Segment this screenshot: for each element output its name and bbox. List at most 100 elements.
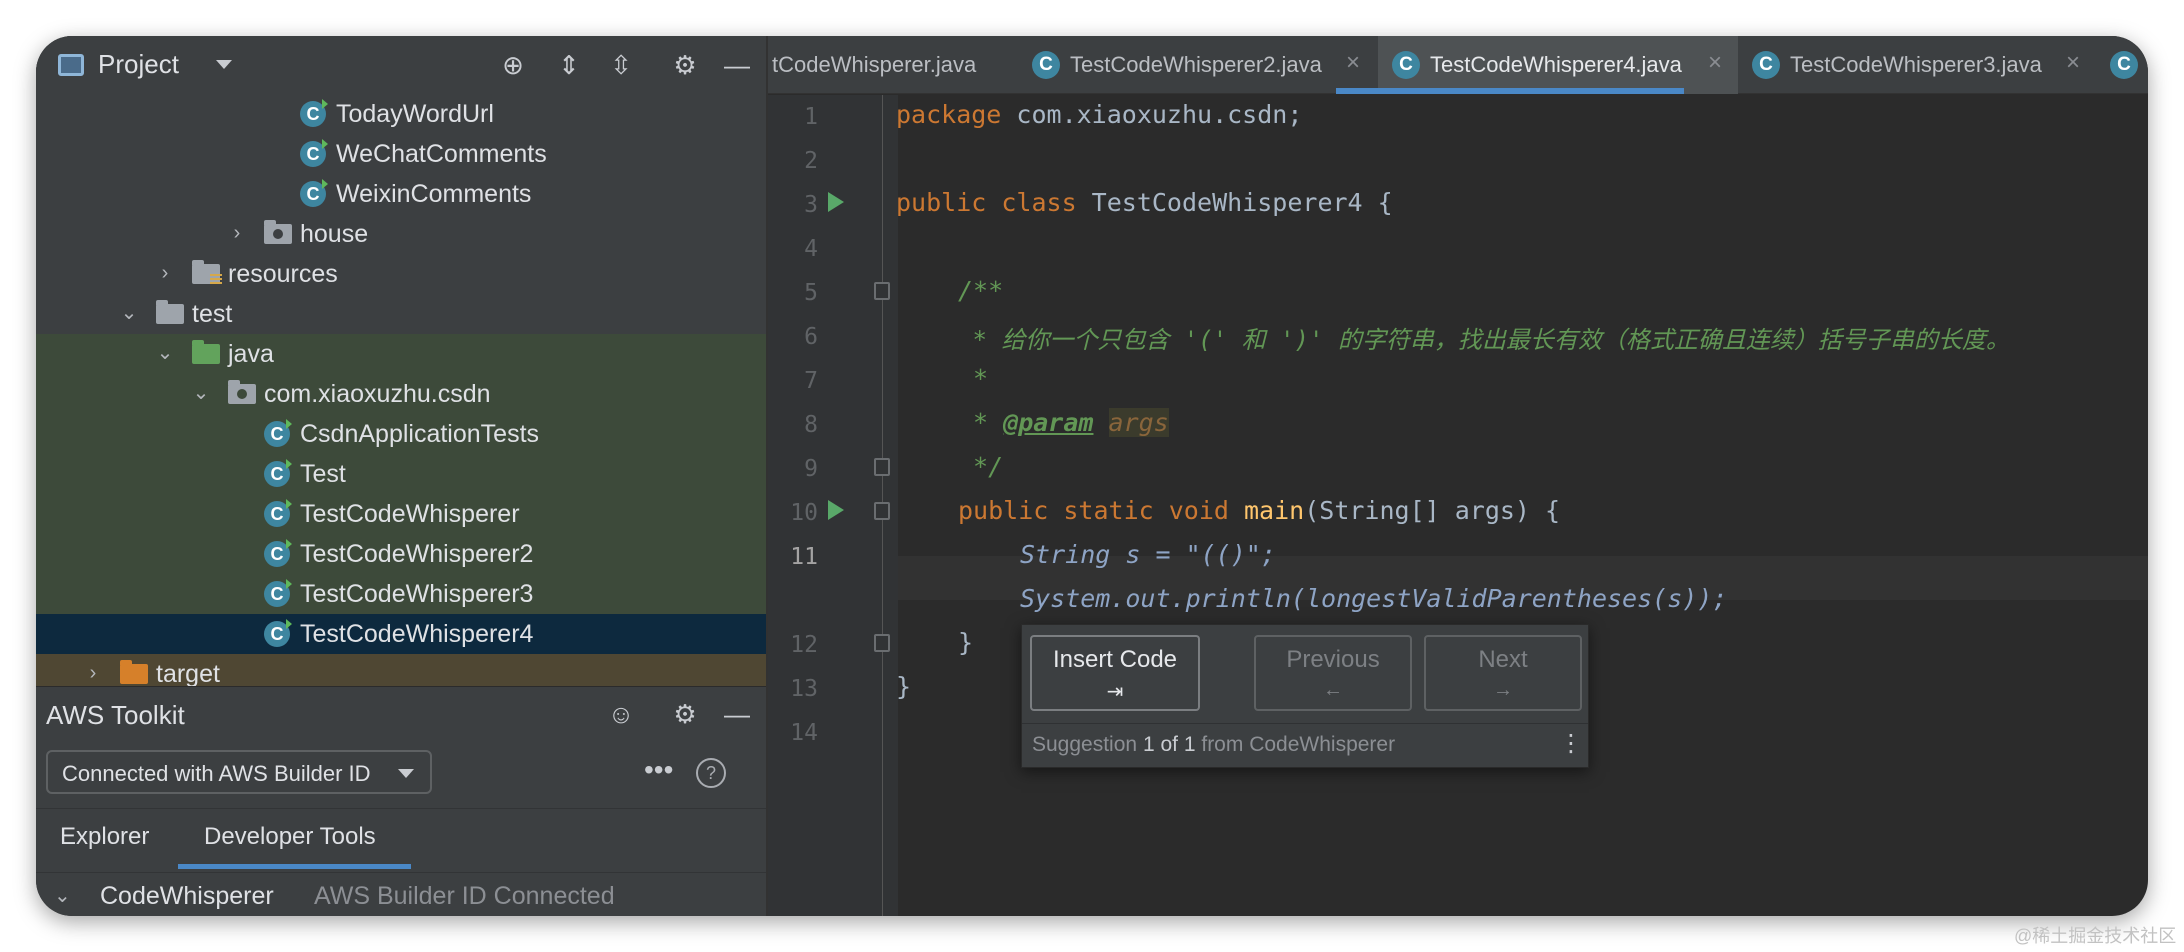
fold-icon[interactable] <box>874 282 890 300</box>
code-line-6[interactable]: * 给你一个只包含 '(' 和 ')' 的字符串，找出最长有效（格式正确且连续）… <box>958 320 2009 355</box>
connection-dropdown[interactable]: Connected with AWS Builder ID <box>46 750 432 794</box>
line-number: 4 <box>804 236 818 262</box>
tree-item-label: house <box>300 220 369 248</box>
class-icon: C <box>264 579 292 607</box>
tree-item[interactable]: C WeChatComments <box>36 134 766 174</box>
tree-item[interactable]: C TestCodeWhisperer3 <box>36 574 766 614</box>
project-panel-title[interactable]: Project <box>98 49 179 80</box>
code-line-3[interactable]: public class TestCodeWhisperer4 { <box>896 188 1393 217</box>
editor-tab-active[interactable]: C TestCodeWhisperer4.java × <box>1378 36 1738 94</box>
code-line-9[interactable]: */ <box>958 452 1003 481</box>
tree-item-label: Test <box>300 460 346 488</box>
editor-tab[interactable]: tCodeWhisperer.java <box>768 36 1018 94</box>
tree-item[interactable]: C CsdnApplicationTests <box>36 414 766 454</box>
chevron-right-icon[interactable]: › <box>226 222 248 244</box>
tab-developer-tools[interactable]: Developer Tools <box>204 823 376 851</box>
smiley-icon[interactable]: ☺ <box>606 699 636 729</box>
editor-tab-label: TestCodeWhisperer4.java <box>1430 52 1682 77</box>
keyword: package <box>896 100 1002 129</box>
counter-total: 1 <box>1183 733 1196 756</box>
code-line-12[interactable]: } <box>958 628 973 657</box>
tree-item[interactable]: › resources <box>36 254 766 294</box>
code-line-7[interactable]: * <box>958 364 988 393</box>
codewhisperer-status: AWS Builder ID Connected <box>314 882 615 910</box>
tab-explorer[interactable]: Explorer <box>60 823 149 851</box>
editor-tab[interactable]: C TestCodeWhisperer3.java × <box>1738 36 2098 94</box>
tree-item[interactable]: ⌄ com.xiaoxuzhu.csdn <box>36 374 766 414</box>
fold-icon[interactable] <box>874 502 890 520</box>
class-icon: C <box>1752 51 1780 79</box>
code-line-5[interactable]: /** <box>958 276 1003 305</box>
chevron-down-icon[interactable]: ⌄ <box>118 302 140 324</box>
line-number: 3 <box>804 192 818 218</box>
insert-code-button[interactable]: Insert Code ⇥ <box>1030 635 1200 711</box>
next-button[interactable]: Next → <box>1424 635 1582 711</box>
arrow-left-icon: ← <box>1323 679 1343 701</box>
tree-item[interactable]: C TestCodeWhisperer2 <box>36 534 766 574</box>
chevron-down-icon[interactable] <box>216 60 232 69</box>
editor-tab-overflow[interactable]: C <box>2098 36 2148 94</box>
codewhisperer-node[interactable]: ⌄ CodeWhisperer AWS Builder ID Connected <box>36 872 766 916</box>
tree-item[interactable]: C WeixinComments <box>36 174 766 214</box>
ide-window: Project ⊕ ⇕ ⇳ ⚙ — C TodayWordUrl C WeCha… <box>36 36 2148 916</box>
tree-item[interactable]: › house <box>36 214 766 254</box>
code-line-13[interactable]: } <box>896 672 911 701</box>
chevron-down-icon[interactable]: ⌄ <box>154 342 176 364</box>
close-icon[interactable]: × <box>1346 49 1360 77</box>
gear-icon[interactable]: ⚙ <box>670 699 700 729</box>
line-number-current: 11 <box>790 544 818 570</box>
active-editor-tab-indicator <box>1336 88 1684 94</box>
code-line-1[interactable]: package com.xiaoxuzhu.csdn; <box>896 100 1302 129</box>
gear-icon[interactable]: ⚙ <box>670 50 700 80</box>
chevron-down-icon[interactable]: ⌄ <box>54 883 71 908</box>
minimize-icon[interactable]: — <box>722 699 752 729</box>
minimize-icon[interactable]: — <box>722 50 752 80</box>
comment-text: * <box>958 408 1004 437</box>
collapse-all-icon[interactable]: ⇳ <box>606 50 636 80</box>
kebab-menu-icon[interactable]: ⋮ <box>1559 729 1583 758</box>
tree-item[interactable]: C TestCodeWhisperer <box>36 494 766 534</box>
line-number: 8 <box>804 412 818 438</box>
tree-item-selected[interactable]: C TestCodeWhisperer4 <box>36 614 766 654</box>
run-icon[interactable] <box>828 500 844 520</box>
close-icon[interactable]: × <box>1708 49 1722 77</box>
class-icon: C <box>264 619 292 647</box>
help-icon[interactable]: ? <box>696 758 726 788</box>
fold-icon[interactable] <box>874 458 890 476</box>
counter-index: 1 <box>1142 733 1155 756</box>
close-icon[interactable]: × <box>2066 49 2080 77</box>
expand-all-icon[interactable]: ⇕ <box>554 50 584 80</box>
editor-tab[interactable]: C TestCodeWhisperer2.java × <box>1018 36 1378 94</box>
excluded-folder-icon <box>120 660 148 684</box>
tree-item-label: java <box>228 340 274 368</box>
tree-item-label: resources <box>228 260 338 288</box>
class-icon: C <box>264 499 292 527</box>
tree-item-label: CsdnApplicationTests <box>300 420 540 448</box>
tree-item[interactable]: C TodayWordUrl <box>36 94 766 134</box>
code-line-8[interactable]: * @param args <box>958 408 1169 437</box>
locate-icon[interactable]: ⊕ <box>498 50 528 80</box>
counter-source: from CodeWhisperer <box>1201 733 1396 756</box>
tree-item[interactable]: ⌄ test <box>36 294 766 334</box>
run-icon[interactable] <box>828 192 844 212</box>
previous-label: Previous <box>1286 646 1380 673</box>
more-options-icon[interactable]: ••• <box>644 754 673 786</box>
insert-code-label: Insert Code <box>1052 646 1178 673</box>
class-icon: C <box>300 179 328 207</box>
line-number: 14 <box>790 720 818 746</box>
previous-button[interactable]: Previous ← <box>1254 635 1412 711</box>
tree-item[interactable]: ⌄ java <box>36 334 766 374</box>
chevron-right-icon[interactable]: › <box>82 662 104 684</box>
line-number: 9 <box>804 456 818 482</box>
chevron-right-icon[interactable]: › <box>154 262 176 284</box>
package-icon <box>264 220 292 244</box>
fold-icon[interactable] <box>874 634 890 652</box>
code-line-10[interactable]: public static void main(String[] args) { <box>958 496 1560 525</box>
tree-item[interactable]: C Test <box>36 454 766 494</box>
folder-icon <box>156 300 184 324</box>
next-label: Next <box>1478 646 1528 673</box>
chevron-down-icon[interactable]: ⌄ <box>190 382 212 404</box>
left-tool-panel: Project ⊕ ⇕ ⇳ ⚙ — C TodayWordUrl C WeCha… <box>36 36 766 916</box>
tree-item-label: TestCodeWhisperer4 <box>300 620 534 648</box>
tree-item-label: TestCodeWhisperer <box>300 500 520 528</box>
